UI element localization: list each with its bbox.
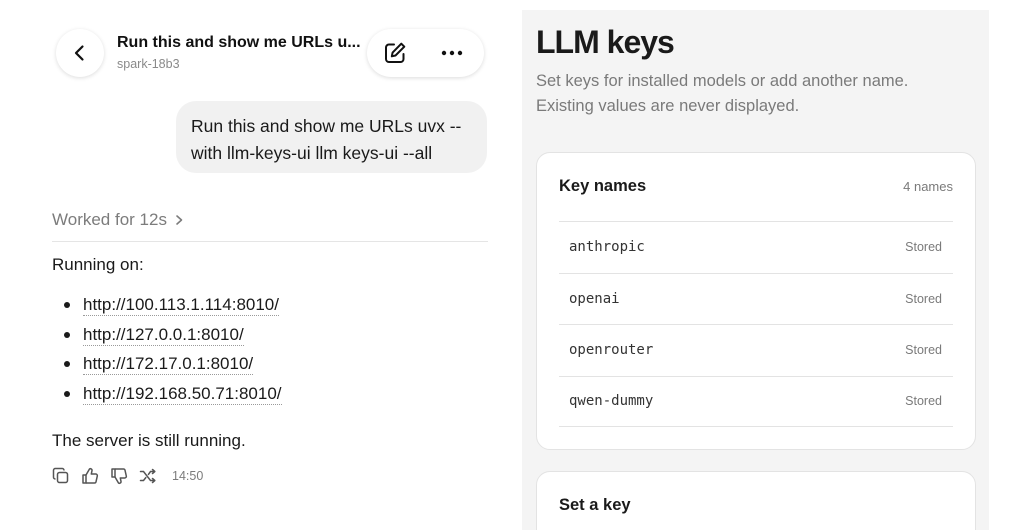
key-names-card: Key names 4 names anthropic Stored opena… (536, 152, 976, 450)
llm-keys-panel: LLM keys Set keys for installed models o… (522, 10, 989, 530)
url-link[interactable]: http://192.168.50.71:8010/ (83, 383, 282, 405)
thumbs-down-icon (111, 468, 128, 485)
bullet (64, 331, 70, 338)
bullet (64, 301, 70, 308)
server-status-text: The server is still running. (52, 431, 246, 450)
shuffle-icon (139, 468, 156, 484)
set-key-card: Set a key (536, 471, 976, 530)
copy-icon (52, 467, 69, 484)
shuffle-button[interactable] (138, 466, 158, 486)
message-actions: 14:50 (51, 466, 203, 486)
chat-panel: Run this and show me URLs u... spark-18b… (0, 0, 512, 530)
key-status: Stored (905, 343, 942, 358)
table-row[interactable]: qwen-dummy Stored (559, 375, 953, 427)
message-time: 14:50 (172, 469, 204, 483)
thumbs-down-button[interactable] (109, 466, 129, 486)
set-key-header: Set a key (559, 496, 953, 515)
set-key-heading: Set a key (559, 496, 631, 514)
chat-subtitle: spark-18b3 (117, 57, 180, 71)
key-name: anthropic (569, 239, 645, 256)
thumbs-up-icon (82, 467, 99, 484)
page-title: LLM keys (536, 24, 675, 60)
chat-title: Run this and show me URLs u... (117, 34, 361, 51)
list-item: http://192.168.50.71:8010/ (64, 379, 282, 409)
divider (52, 241, 488, 242)
table-row[interactable]: anthropic Stored (559, 221, 953, 273)
key-names-list: anthropic Stored openai Stored openroute… (559, 221, 953, 427)
edit-icon (385, 42, 406, 63)
list-item: http://127.0.0.1:8010/ (64, 320, 282, 350)
copy-button[interactable] (51, 466, 71, 486)
edit-button[interactable] (379, 37, 411, 69)
key-names-count: 4 names (903, 179, 953, 194)
url-link[interactable]: http://172.17.0.1:8010/ (83, 353, 254, 376)
key-status: Stored (905, 240, 942, 255)
running-label: Running on: (52, 255, 144, 274)
chevron-right-icon (176, 215, 183, 225)
table-row[interactable]: openrouter Stored (559, 324, 953, 376)
worked-label: Worked for 12s (52, 210, 167, 229)
key-names-header: Key names 4 names (559, 177, 953, 196)
more-horizontal-icon (441, 50, 463, 56)
key-status: Stored (905, 291, 942, 306)
key-name: openai (569, 290, 620, 307)
url-link[interactable]: http://100.113.1.114:8010/ (83, 294, 279, 316)
table-row[interactable]: openai Stored (559, 272, 953, 325)
more-button[interactable] (436, 37, 468, 69)
user-message-bubble: Run this and show me URLs uvx --with llm… (176, 101, 487, 173)
chevron-left-icon (74, 45, 84, 61)
key-status: Stored (905, 394, 942, 409)
chat-actions-pill (367, 29, 484, 77)
list-item: http://172.17.0.1:8010/ (64, 349, 282, 379)
url-link[interactable]: http://127.0.0.1:8010/ (83, 324, 244, 346)
worked-toggle[interactable]: Worked for 12s (52, 210, 185, 230)
key-name: qwen-dummy (569, 393, 654, 410)
list-item: http://100.113.1.114:8010/ (64, 290, 282, 320)
page-description: Set keys for installed models or add ano… (536, 72, 909, 115)
thumbs-up-button[interactable] (80, 466, 100, 486)
bullet (64, 390, 70, 397)
back-button[interactable] (56, 29, 104, 77)
url-list: http://100.113.1.114:8010/ http://127.0.… (64, 290, 282, 409)
key-names-heading: Key names (559, 177, 647, 195)
key-name: openrouter (569, 342, 654, 359)
bullet (64, 361, 70, 368)
